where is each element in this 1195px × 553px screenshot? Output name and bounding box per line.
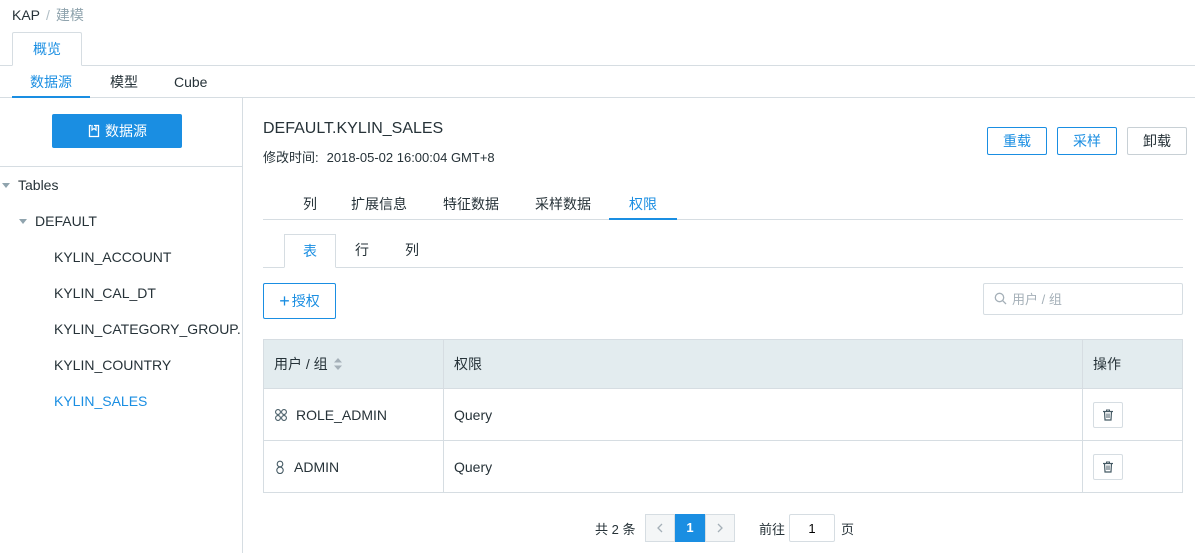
- page-number-current[interactable]: 1: [675, 514, 705, 542]
- modified-label: 修改时间:: [263, 150, 319, 165]
- tree-table-item[interactable]: KYLIN_CAL_DT: [54, 285, 242, 301]
- next-page-button[interactable]: [705, 514, 735, 542]
- pagination-total: 共 2 条: [595, 522, 636, 537]
- permission-cell: Query: [444, 389, 1083, 440]
- plus-icon: +: [279, 291, 290, 311]
- reload-button[interactable]: 重载: [987, 127, 1047, 155]
- caret-down-icon: [2, 183, 10, 188]
- tab-model[interactable]: 模型: [110, 66, 138, 98]
- tree-table-item-selected[interactable]: KYLIN_SALES: [54, 393, 242, 409]
- tab-permissions[interactable]: 权限: [609, 190, 677, 220]
- table-row: ROLE_ADMIN Query: [264, 388, 1182, 440]
- permission-cell: Query: [444, 441, 1083, 492]
- breadcrumb-separator: /: [46, 7, 50, 23]
- grant-button-label: 授权: [291, 293, 320, 309]
- user-search: [983, 283, 1183, 315]
- group-icon: [274, 408, 288, 422]
- header-actions: 操作: [1093, 356, 1121, 372]
- permission-table: 用户 / 组 权限 操作 ROLE_ADMIN Query ADMIN Quer…: [263, 339, 1183, 493]
- tree-table-item[interactable]: KYLIN_COUNTRY: [54, 357, 242, 373]
- header-permission: 权限: [444, 340, 1083, 388]
- tree-node-label: DEFAULT: [35, 213, 97, 229]
- header-user-group[interactable]: 用户 / 组: [264, 340, 444, 388]
- grant-button[interactable]: + 授权: [263, 283, 336, 319]
- delete-button[interactable]: [1093, 453, 1123, 480]
- top-tab-bar: 概览: [0, 32, 1195, 66]
- detail-tab-bar: 列 扩展信息 特征数据 采样数据 权限: [263, 190, 1183, 220]
- pagination: 共 2 条 1 前往 页: [595, 514, 1195, 542]
- tab-statistics[interactable]: 特征数据: [439, 190, 503, 220]
- user-name: ROLE_ADMIN: [296, 406, 388, 423]
- module-tab-bar: 数据源 模型 Cube: [0, 66, 1195, 98]
- tab-row-acl[interactable]: 行: [347, 234, 377, 268]
- delete-button[interactable]: [1093, 401, 1123, 428]
- actions-cell: [1083, 441, 1182, 492]
- sample-button[interactable]: 采样: [1057, 127, 1117, 155]
- breadcrumb-root[interactable]: KAP: [12, 7, 40, 23]
- trash-icon: [1103, 461, 1113, 473]
- breadcrumb-current: 建模: [55, 7, 84, 23]
- tree-table-item[interactable]: KYLIN_CATEGORY_GROUP...: [54, 321, 242, 337]
- tree-node-database[interactable]: DEFAULT: [19, 213, 97, 229]
- datasource-button[interactable]: 数据源: [52, 114, 182, 148]
- tree-node-tables[interactable]: Tables: [2, 177, 58, 193]
- search-icon: [994, 292, 1007, 305]
- load-datasource-icon: [88, 124, 100, 138]
- tab-column-acl[interactable]: 列: [397, 234, 427, 268]
- datasource-button-label: 数据源: [105, 123, 147, 139]
- sidebar-divider: [0, 166, 242, 167]
- tab-sample-data[interactable]: 采样数据: [531, 190, 595, 220]
- user-name: ADMIN: [294, 458, 340, 475]
- prev-page-button[interactable]: [645, 514, 675, 542]
- tab-table-acl[interactable]: 表: [284, 234, 336, 268]
- search-input[interactable]: [1012, 288, 1177, 310]
- unload-button[interactable]: 卸载: [1127, 127, 1187, 155]
- modified-value: 2018-05-02 16:00:04 GMT+8: [326, 150, 495, 165]
- tab-overview[interactable]: 概览: [12, 32, 82, 66]
- tree-node-label: Tables: [18, 177, 59, 193]
- goto-label: 前往: [759, 522, 786, 537]
- user-cell: ROLE_ADMIN: [264, 389, 444, 440]
- table-title: DEFAULT.KYLIN_SALES: [263, 120, 444, 137]
- goto-page-input[interactable]: [789, 514, 835, 542]
- chevron-left-icon: [657, 523, 663, 533]
- modified-time: 修改时间: 2018-05-02 16:00:04 GMT+8: [263, 147, 495, 166]
- tab-cube[interactable]: Cube: [174, 66, 207, 98]
- tab-columns[interactable]: 列: [293, 190, 327, 220]
- chevron-right-icon: [717, 523, 723, 533]
- tree-table-item[interactable]: KYLIN_ACCOUNT: [54, 249, 242, 265]
- table-row: ADMIN Query: [264, 440, 1182, 492]
- table-header-row: 用户 / 组 权限 操作: [264, 340, 1182, 388]
- user-icon: [274, 460, 286, 474]
- permission-tab-bar: 表 行 列: [263, 234, 1183, 268]
- page-suffix: 页: [841, 522, 855, 537]
- tab-datasource[interactable]: 数据源: [12, 66, 90, 98]
- user-cell: ADMIN: [264, 441, 444, 492]
- header-label: 用户 / 组: [274, 356, 328, 372]
- trash-icon: [1103, 409, 1113, 421]
- breadcrumb: KAP / 建模: [12, 5, 84, 25]
- sort-icon[interactable]: [333, 358, 342, 370]
- actions-cell: [1083, 389, 1182, 440]
- tab-extended-info[interactable]: 扩展信息: [347, 190, 411, 220]
- caret-down-icon: [19, 219, 27, 224]
- sidebar: 数据源 Tables DEFAULT KYLIN_ACCOUNT KYLIN_C…: [0, 98, 243, 553]
